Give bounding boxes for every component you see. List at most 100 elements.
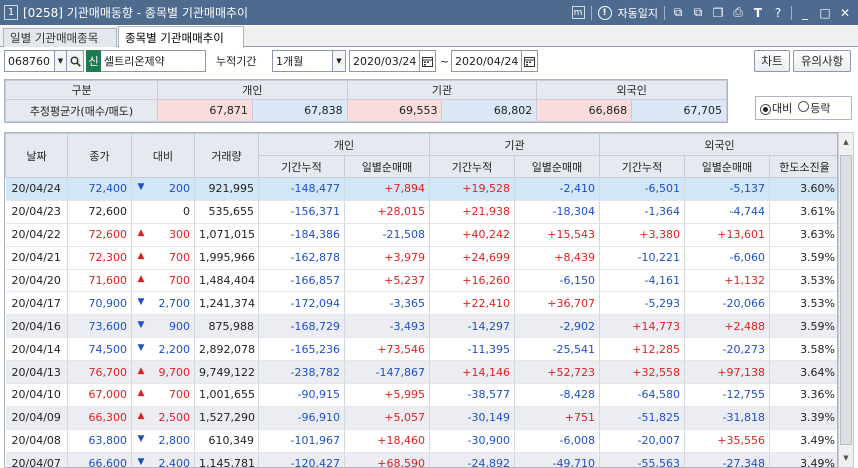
search-icon[interactable]	[66, 50, 84, 72]
stock-code-input[interactable]: 068760	[4, 50, 54, 72]
col-for-cum[interactable]: 기간누적	[599, 155, 685, 178]
search-button[interactable]	[66, 50, 84, 72]
chart-button[interactable]: 차트	[754, 50, 790, 72]
table-row[interactable]: 20/04/16 73,600 ▼ 900 875,988 -168,729 -3,493-…	[5, 314, 837, 339]
maximize-icon[interactable]: □	[818, 6, 832, 20]
table-row[interactable]: 20/04/14 74,500 ▼ 2,200 2,892,078 -165,236 +73…	[5, 337, 837, 362]
col-inst-cum[interactable]: 기간누적	[429, 155, 515, 178]
cell-net-value: +35,556	[684, 429, 770, 453]
cell-net-value: -5,137	[684, 177, 770, 201]
cell-net-value: -14,297	[429, 314, 515, 339]
cell-net-value: -12,755	[684, 383, 770, 407]
date-from-field[interactable]: 2020/03/24	[349, 50, 436, 72]
popout-icon[interactable]: ⧉	[691, 5, 705, 20]
table-row[interactable]: 20/04/10 67,000 ▲ 700 1,001,655 -90,915 +5,995…	[5, 383, 837, 407]
table-row[interactable]: 20/04/17 70,900 ▼ 2,700 1,241,374 -172,094 -3,…	[5, 291, 837, 316]
cell-close: 72,400	[67, 177, 132, 201]
col-limit-ratio[interactable]: 한도소진율	[768, 155, 837, 178]
auto-journal-label[interactable]: 자동일지	[618, 5, 658, 21]
cell-change-value: 700	[169, 251, 190, 265]
summary-value: 67,871	[157, 99, 253, 122]
cell-net-value: -38,577	[429, 383, 515, 407]
col-change[interactable]: 대비	[131, 133, 195, 178]
col-date[interactable]: 날짜	[5, 133, 68, 178]
notice-button[interactable]: 유의사항	[793, 50, 851, 72]
radio-compare[interactable]: 대비	[760, 100, 792, 116]
cell-change: ▼ 2,700	[131, 291, 195, 316]
stock-name: 셀트리온제약	[101, 50, 206, 72]
print-icon[interactable]: ⎙	[731, 5, 745, 20]
chevron-down-icon[interactable]: ▼	[332, 50, 346, 72]
table-row[interactable]: 20/04/21 72,300 ▲ 700 1,995,966 -162,878 +3,97…	[5, 246, 837, 270]
col-ind-daily[interactable]: 일별순매매	[344, 155, 430, 178]
cell-change: ▼ 200	[131, 177, 195, 201]
col-close[interactable]: 종가	[67, 133, 132, 178]
minimize-icon[interactable]: _	[798, 6, 812, 20]
cell-date: 20/04/08	[5, 429, 68, 453]
help-icon[interactable]: ?	[771, 6, 785, 20]
cell-net-value: +13,601	[684, 223, 770, 247]
scrollbar-thumb[interactable]	[840, 155, 852, 445]
period-select[interactable]: 1개월 ▼	[272, 50, 346, 72]
m-icon[interactable]: m	[571, 6, 585, 19]
table-row[interactable]: 20/04/20 71,600 ▲ 700 1,484,404 -166,857 +5,23…	[5, 269, 837, 293]
radio-change[interactable]: 등락	[798, 100, 831, 116]
radio-on-icon[interactable]	[760, 104, 771, 115]
divider	[664, 5, 665, 20]
vertical-scrollbar[interactable]: ▲ ▼	[838, 132, 854, 468]
date-from-input[interactable]: 2020/03/24	[349, 50, 419, 72]
table-row[interactable]: 20/04/09 66,300 ▲ 2,500 1,527,290 -96,910 +5,0…	[5, 406, 837, 430]
cell-change-value: 2,700	[158, 296, 191, 310]
cell-change: ▲ 2,500	[131, 406, 195, 430]
table-row[interactable]: 20/04/22 72,600 ▲ 300 1,071,015 -184,386 -21,5…	[5, 223, 837, 247]
cell-net-value: +8,439	[514, 246, 600, 270]
cell-volume: 921,995	[194, 177, 259, 201]
table-row[interactable]: 20/04/13 76,700 ▲ 9,700 9,749,122 -238,782 -14…	[5, 360, 837, 385]
alarm-icon[interactable]: !	[597, 5, 612, 20]
copy-icon[interactable]: ❐	[711, 6, 725, 20]
cell-net-value: -8,428	[514, 383, 600, 407]
font-icon[interactable]: T	[751, 6, 765, 20]
compare-radio-group: 대비 등락	[755, 96, 852, 120]
radio-off-icon[interactable]	[798, 101, 810, 112]
link-icon[interactable]: ⧉	[671, 5, 685, 20]
col-for-daily[interactable]: 일별순매매	[684, 155, 770, 178]
cell-net-value: -6,150	[514, 269, 600, 293]
cell-change-value: 900	[169, 319, 190, 333]
cell-limit-ratio: 3.59%	[769, 246, 837, 270]
cell-net-value: -6,501	[599, 177, 685, 201]
calendar-icon[interactable]	[419, 50, 436, 72]
col-ind-cum[interactable]: 기간누적	[258, 155, 345, 178]
table-row[interactable]: 20/04/07 66,600 ▼ 2,400 1,145,781 -120,427 +68…	[5, 452, 837, 467]
cell-net-value: +28,015	[344, 200, 430, 224]
cell-net-value: -96,910	[258, 406, 345, 430]
cell-net-value: -27,348	[684, 452, 770, 467]
cell-limit-ratio: 3.39%	[769, 406, 837, 430]
cell-net-value: -24,892	[429, 452, 515, 467]
period-value[interactable]: 1개월	[272, 50, 332, 72]
close-icon[interactable]: ✕	[838, 6, 852, 20]
cell-net-value: -25,541	[514, 337, 600, 362]
down-triangle-icon: ▼	[137, 342, 145, 353]
cell-net-value: -2,902	[514, 314, 600, 339]
col-volume[interactable]: 거래량	[194, 133, 259, 178]
scroll-up-icon[interactable]: ▲	[840, 135, 852, 149]
col-group-foreign: 외국인	[598, 133, 837, 156]
table-row[interactable]: 20/04/23 72,600 0 535,655 -156,371 +28,015 +21…	[5, 200, 837, 224]
scroll-down-icon[interactable]: ▼	[840, 451, 852, 465]
cell-change-value: 2,800	[158, 434, 191, 448]
table-row[interactable]: 20/04/08 63,800 ▼ 2,800 610,349 -101,967 +18,4…	[5, 429, 837, 453]
cell-net-value: -4,161	[599, 269, 685, 293]
cell-limit-ratio: 3.36%	[769, 383, 837, 407]
tab-stock-institution-trend[interactable]: 종목별 기관매매추이	[118, 26, 244, 48]
stock-code-combo[interactable]: 068760 ▼	[4, 50, 67, 72]
table-row[interactable]: 20/04/24 72,400 ▼ 200 921,995 -148,477 +7,894 +…	[5, 177, 837, 201]
date-to-field[interactable]: 2020/04/24	[451, 50, 538, 72]
col-inst-daily[interactable]: 일별순매매	[514, 155, 600, 178]
calendar-icon[interactable]	[521, 50, 538, 72]
cell-net-value: +68,590	[344, 452, 430, 467]
cell-net-value: -6,008	[514, 429, 600, 453]
date-to-input[interactable]: 2020/04/24	[451, 50, 521, 72]
cell-change: ▲ 700	[131, 383, 195, 407]
tab-daily-institution-stocks[interactable]: 일별 기관매매종목	[3, 28, 117, 47]
